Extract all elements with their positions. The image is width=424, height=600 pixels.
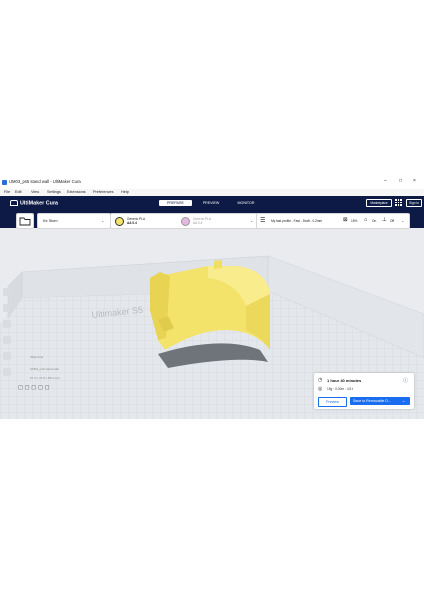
ultimaker-logo-icon	[10, 200, 18, 206]
support-icon: ⌂	[364, 217, 368, 223]
menu-edit[interactable]: Edit	[15, 190, 22, 194]
extruder-1-icon	[115, 217, 124, 226]
chevron-down-icon: ⌄	[401, 218, 405, 223]
object-name: UM03_ps5 stand wall	[30, 367, 59, 371]
app-logo: UltiMaker Cura	[10, 200, 58, 206]
menu-extensions[interactable]: Extensions	[67, 190, 86, 194]
left-toolbar	[3, 288, 13, 384]
printer-selector[interactable]: Ke Stom ⌄	[37, 213, 111, 229]
preview-button[interactable]: Preview	[318, 397, 347, 407]
tab-preview[interactable]: PREVIEW	[196, 200, 226, 206]
menu-view[interactable]: View	[31, 190, 39, 194]
marketplace-button[interactable]: Marketplace	[366, 199, 392, 207]
extruder-1-core: AA 0.4	[127, 221, 137, 225]
clock-icon: ◷	[318, 377, 323, 383]
printer-name: Ke Stom	[43, 219, 58, 223]
adhesion-value: Off	[390, 219, 395, 223]
extruder-2-icon	[181, 217, 190, 226]
menu-file[interactable]: File	[4, 190, 10, 194]
material-estimate: 15g · 0.00m · 4.5 t	[327, 387, 354, 391]
tab-monitor[interactable]: MONITOR	[231, 200, 261, 206]
support-value: On	[372, 219, 377, 223]
print-time: 1 hour 40 minutes	[327, 378, 362, 383]
support-blocker-icon[interactable]	[3, 368, 11, 376]
extruder-selector[interactable]: Generic PLA AA 0.4 Generic PLA AA 0.4 ⌄	[110, 213, 259, 229]
print-settings-selector[interactable]: ☰ My fast profile - Fast - Draft - 0.2mm…	[256, 213, 410, 229]
minimize-icon[interactable]: –	[384, 178, 387, 184]
object-dimensions: 57.3 x 70.9 x 55.1 mm	[30, 376, 60, 380]
extruder-2-core: AA 0.4	[193, 221, 203, 225]
mirror-tool-icon[interactable]	[3, 336, 11, 344]
rotate-tool-icon[interactable]	[3, 320, 11, 328]
per-model-settings-icon[interactable]	[3, 352, 11, 360]
spool-icon: ◎	[318, 386, 323, 392]
adhesion-icon: ⊥	[382, 217, 387, 223]
chevron-down-icon: ⌄	[250, 218, 254, 223]
settings-sliders-icon: ☰	[260, 218, 266, 224]
app-icon	[2, 180, 7, 185]
menu-settings[interactable]: Settings	[47, 190, 61, 194]
sign-in-button[interactable]: Sign in	[406, 199, 422, 207]
maximize-icon[interactable]: □	[399, 178, 402, 184]
window-title: UM03_ps5 stand wall - UltiMaker Cura	[9, 179, 81, 184]
open-file-button[interactable]	[16, 213, 34, 229]
app-name: UltiMaker Cura	[20, 200, 59, 207]
view-cube-icons[interactable]: ◻ ◻ ◻ ◻ ◻	[18, 384, 50, 391]
close-icon[interactable]: ×	[413, 178, 416, 184]
chevron-down-icon[interactable]: ⌄	[402, 397, 405, 405]
chevron-down-icon: ⌄	[101, 218, 105, 223]
infill-icon: ⊠	[343, 217, 348, 223]
infill-value: 15%	[351, 219, 358, 223]
menu-preferences[interactable]: Preferences	[93, 190, 113, 194]
save-to-removable-button[interactable]: Save to Removable D... ⌄	[350, 397, 410, 405]
extruder-1-material: Generic PLA	[127, 216, 146, 221]
title-bar: UM03_ps5 stand wall - UltiMaker Cura – □…	[0, 177, 424, 189]
tab-prepare[interactable]: PREPARE	[159, 200, 192, 206]
object-list-label[interactable]: Object list	[30, 355, 43, 359]
scale-tool-icon[interactable]	[3, 304, 11, 312]
extruder-2-material: Generic PLA	[193, 216, 212, 221]
apps-grid-icon[interactable]	[395, 199, 402, 206]
folder-icon	[19, 217, 31, 226]
move-tool-icon[interactable]	[3, 288, 11, 296]
profile-name: My fast profile - Fast - Draft - 0.2mm	[271, 219, 323, 223]
menu-help[interactable]: Help	[121, 190, 129, 194]
save-label: Save to Removable D...	[353, 399, 391, 403]
info-icon[interactable]: ⓘ	[403, 377, 408, 384]
menu-bar: File Edit View Settings Extensions Prefe…	[0, 189, 424, 196]
